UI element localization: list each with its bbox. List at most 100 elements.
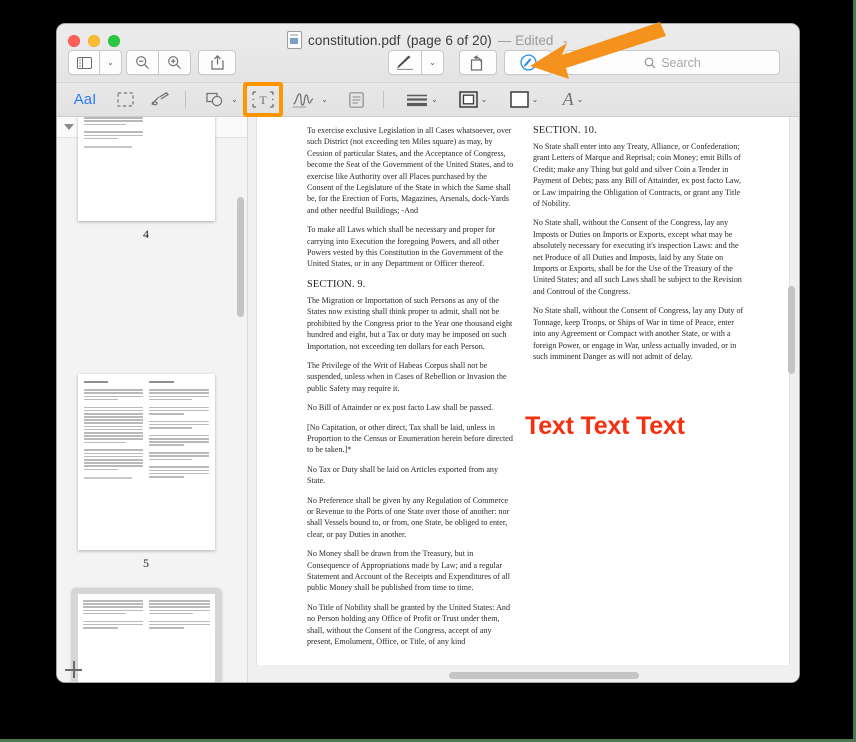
add-page-button[interactable] xyxy=(65,661,82,678)
sidebar-icon xyxy=(77,57,92,69)
paragraph: To exercise exclusive Legislation in all… xyxy=(307,125,515,216)
paragraph: [No Capitation, or other direct, Tax sha… xyxy=(307,422,515,456)
chevron-down-icon: ⌄ xyxy=(231,95,238,104)
sketch-icon xyxy=(150,92,170,108)
window-title-page: (page 6 of 20) xyxy=(406,33,491,48)
chevron-down-icon: ⌄ xyxy=(107,58,114,67)
signature-tool[interactable]: ⌄ xyxy=(286,83,334,116)
minimize-button[interactable] xyxy=(88,35,100,47)
line-style-icon xyxy=(406,92,428,108)
rotate-left-icon xyxy=(470,55,487,71)
border-color-tool[interactable]: ⌄ xyxy=(450,83,496,116)
traffic-lights xyxy=(68,35,120,47)
zoom-in-button[interactable] xyxy=(158,50,191,75)
thumbnail-page-image[interactable] xyxy=(78,374,215,550)
markup-pen-icon xyxy=(397,55,413,70)
chevron-down-icon: ⌄ xyxy=(577,95,584,104)
pdf-document-icon xyxy=(287,31,302,49)
paragraph: No Preference shall be given by any Regu… xyxy=(307,495,515,541)
sidebar-view-menu-button[interactable]: ⌄ xyxy=(99,50,122,75)
markup-group: ⌄ xyxy=(388,50,444,75)
rotate-left-button[interactable] xyxy=(459,50,497,75)
text-annotation[interactable]: Text Text Text xyxy=(525,412,685,441)
window-body: constitution.pdf xyxy=(57,117,799,682)
paragraph: The Migration or Importation of such Per… xyxy=(307,295,515,352)
chevron-down-icon: ⌄ xyxy=(481,95,488,104)
sidebar-view-button[interactable] xyxy=(68,50,99,75)
paragraph: To make all Laws which shall be necessar… xyxy=(307,224,515,270)
window-title-row: constitution.pdf (page 6 of 20) — Edited… xyxy=(57,31,799,49)
font-style-tool[interactable]: A ⌄ xyxy=(552,83,594,116)
zoom-out-button[interactable] xyxy=(126,50,158,75)
document-view[interactable]: To exercise exclusive Legislation in all… xyxy=(248,117,799,682)
signature-icon xyxy=(292,92,318,108)
paragraph: No Money shall be drawn from the Treasur… xyxy=(307,548,515,594)
text-selection-tool[interactable]: AaI xyxy=(67,83,103,116)
thumbnail-page-number: 4 xyxy=(57,227,235,242)
thumbnail-item-4[interactable]: 4 xyxy=(57,117,235,242)
share-icon xyxy=(211,55,224,70)
sketch-tool[interactable] xyxy=(144,83,176,116)
zoom-out-icon xyxy=(135,55,150,70)
section-heading-9: SECTION. 9. xyxy=(307,279,515,290)
callout-arrow xyxy=(520,14,670,84)
zoom-in-icon xyxy=(167,55,182,70)
paragraph: No Title of Nobility shall be granted by… xyxy=(307,602,515,648)
toolbar-divider xyxy=(185,91,186,108)
markup-button[interactable] xyxy=(388,50,421,75)
document-vertical-scrollbar[interactable] xyxy=(788,286,795,374)
paragraph: No State shall enter into any Treaty, Al… xyxy=(533,141,745,209)
line-style-tool[interactable]: ⌄ xyxy=(399,83,445,116)
fill-color-tool[interactable]: ⌄ xyxy=(501,83,547,116)
section-heading-10: SECTION. 10. xyxy=(533,125,745,136)
font-style-label: A xyxy=(563,89,574,110)
chevron-down-icon: ⌄ xyxy=(321,95,328,104)
zoom-button[interactable] xyxy=(108,35,120,47)
paragraph: No Bill of Attainder or ex post facto La… xyxy=(307,402,515,413)
thumbnail-item-6[interactable] xyxy=(57,588,235,682)
page-columns: To exercise exclusive Legislation in all… xyxy=(257,117,789,655)
sidebar-view-group: ⌄ xyxy=(68,50,122,75)
share-group xyxy=(198,50,236,75)
paragraph: The Privilege of the Writ of Habeas Corp… xyxy=(307,360,515,394)
document-horizontal-scrollbar[interactable] xyxy=(449,672,639,679)
text-box-icon: T xyxy=(252,91,274,108)
markup-toolbar: AaI ⌄ xyxy=(57,83,799,117)
window-title: constitution.pdf xyxy=(308,33,400,48)
thumbnail-page-selected[interactable] xyxy=(72,588,221,682)
paragraph: No State shall, without the Consent of t… xyxy=(533,217,745,297)
page-column-left: To exercise exclusive Legislation in all… xyxy=(307,125,515,655)
thumbnail-sidebar: constitution.pdf xyxy=(57,117,248,682)
zoom-group xyxy=(126,50,191,75)
note-icon xyxy=(349,92,364,108)
rectangular-selection-tool[interactable] xyxy=(110,83,140,116)
thumbnail-page-number: 5 xyxy=(57,556,235,571)
note-tool[interactable] xyxy=(340,83,372,116)
text-selection-label: AaI xyxy=(74,91,97,108)
screenshot-root: constitution.pdf (page 6 of 20) — Edited… xyxy=(0,0,856,742)
close-button[interactable] xyxy=(68,35,80,47)
shapes-icon xyxy=(206,92,228,107)
text-box-tool[interactable]: T xyxy=(247,83,279,116)
fill-color-icon xyxy=(510,91,529,108)
chevron-down-icon: ⌄ xyxy=(431,95,438,104)
shapes-tool[interactable]: ⌄ xyxy=(201,83,243,116)
markup-menu-button[interactable]: ⌄ xyxy=(421,50,444,75)
rectangular-selection-icon xyxy=(117,92,134,107)
chevron-down-icon: ⌄ xyxy=(429,58,436,67)
chevron-down-icon: ⌄ xyxy=(532,95,539,104)
preview-window: constitution.pdf (page 6 of 20) — Edited… xyxy=(57,24,799,682)
paragraph: No State shall, without the Consent of C… xyxy=(533,305,745,362)
toolbar-divider-2 xyxy=(383,91,384,108)
thumbnail-page-image[interactable] xyxy=(78,117,215,221)
rotate-group xyxy=(459,50,497,75)
pdf-page[interactable]: To exercise exclusive Legislation in all… xyxy=(257,117,789,665)
window-titlebar: constitution.pdf (page 6 of 20) — Edited… xyxy=(57,24,799,83)
thumbnail-item-5[interactable]: 5 xyxy=(57,374,235,571)
svg-text:T: T xyxy=(259,93,267,107)
page-column-right: SECTION. 10. No State shall enter into a… xyxy=(533,125,745,655)
paragraph: No Tax or Duty shall be laid on Articles… xyxy=(307,464,515,487)
sidebar-scrollbar[interactable] xyxy=(237,197,244,317)
share-button[interactable] xyxy=(198,50,236,75)
thumbnail-list[interactable]: 4 xyxy=(57,138,235,682)
